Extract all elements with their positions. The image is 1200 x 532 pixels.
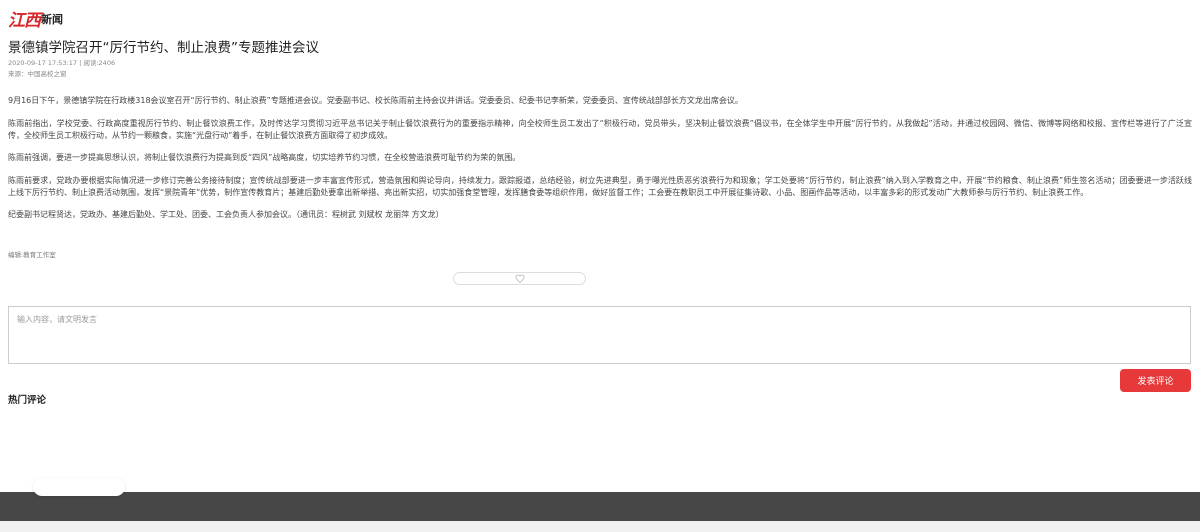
site-header: 江西 新闻 [8,6,63,31]
comment-input[interactable] [8,306,1191,364]
article-source: 来源：中国高校之窗 [8,70,67,78]
submit-comment-button[interactable]: 发表评论 [1120,369,1191,392]
floating-tab[interactable] [33,478,125,496]
article-editor: 编辑:教育工作室 [8,251,56,259]
page-footer-bottom [0,521,1200,532]
like-button[interactable] [453,272,586,285]
article-title: 景德镇学院召开“厉行节约、制止浪费”专题推进会议 [8,40,319,56]
article-meta: 2020-09-17 17:53:17 | 阅读:2406 来源：中国高校之窗 [8,58,115,80]
site-logo-subtitle[interactable]: 新闻 [41,11,63,27]
article-paragraph: 纪委副书记程贤达，党政办、基建后勤处、学工处、团委、工会负责人参加会议。（通讯员… [8,210,444,219]
site-logo[interactable]: 江西 [8,6,41,31]
article-paragraph: 陈雨前要求，党政办要根据实际情况进一步修订完善公务接待制度；宣传统战部要进一步丰… [8,175,1192,197]
article-date-views: 2020-09-17 17:53:17 | 阅读:2406 [8,59,116,67]
hot-comments-heading: 热门评论 [8,395,47,406]
article-paragraph: 陈雨前指出，学校党委、行政高度重视厉行节约、制止餐饮浪费工作，及时传达学习贯彻习… [8,118,1192,140]
page-footer [0,492,1200,521]
heart-outline-icon [515,274,524,283]
article-paragraph: 陈雨前强调，要进一步提高思想认识，将制止餐饮浪费行为提高到反“四风”战略高度，切… [8,153,521,162]
article-body: 9月16日下午，景德镇学院在行政楼318会议室召开“厉行节约、制止浪费”专题推进… [8,95,1192,232]
article-paragraph: 9月16日下午，景德镇学院在行政楼318会议室召开“厉行节约、制止浪费”专题推进… [8,96,743,105]
